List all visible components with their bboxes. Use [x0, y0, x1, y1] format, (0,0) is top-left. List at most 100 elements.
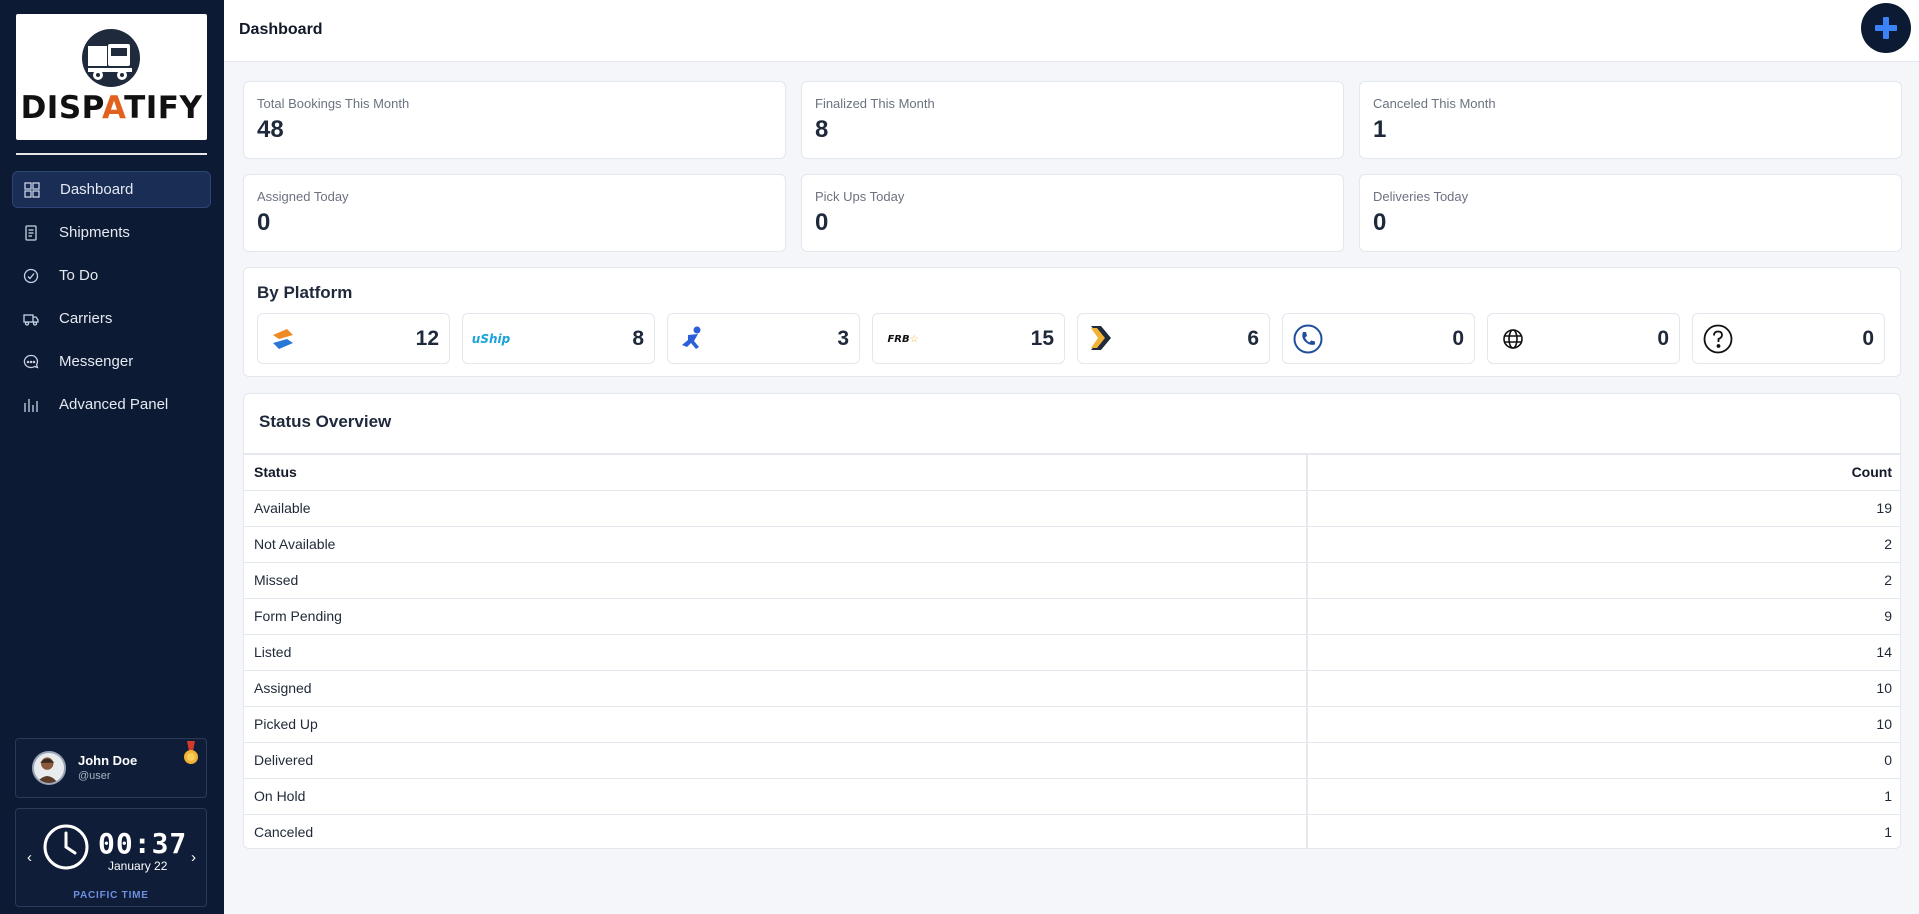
- stat-card-total-bookings: Total Bookings This Month 48: [243, 81, 786, 159]
- status-cell: Canceled: [244, 813, 1308, 848]
- sidebar-item-advanced-panel[interactable]: Advanced Panel: [12, 386, 211, 423]
- user-handle: @user: [78, 770, 111, 782]
- stat-card-pickups-today: Pick Ups Today 0: [801, 174, 1344, 252]
- brand-name: DISPATIFY: [20, 90, 203, 126]
- clock-timezone: PACIFIC TIME: [73, 890, 149, 901]
- exchange-logo-icon: [268, 324, 298, 354]
- stat-card-canceled: Canceled This Month 1: [1359, 81, 1902, 159]
- plus-icon: [1875, 17, 1897, 39]
- stat-label: Assigned Today: [257, 189, 349, 204]
- table-row: Available 19: [244, 489, 1900, 526]
- chevrons-logo-icon: [1088, 324, 1118, 354]
- count-cell: 14: [1307, 633, 1900, 670]
- table-row: Delivered 0: [244, 741, 1900, 778]
- question-icon: [1703, 324, 1733, 354]
- avatar: [32, 751, 66, 785]
- status-overview-panel: Status Overview Status Count Available 19…: [243, 393, 1901, 849]
- stat-card-deliveries-today: Deliveries Today 0: [1359, 174, 1902, 252]
- platform-count: 3: [837, 327, 849, 350]
- platform-count: 6: [1247, 327, 1259, 350]
- clock-date: January 22: [108, 859, 168, 873]
- sidebar-item-dashboard[interactable]: Dashboard: [12, 171, 211, 208]
- sidebar-nav: Dashboard Shipments To Do Carriers Messe…: [12, 171, 211, 429]
- table-row: On Hold 1: [244, 777, 1900, 814]
- table-row: Missed 2: [244, 561, 1900, 598]
- stat-value: 0: [257, 209, 271, 236]
- column-header-count[interactable]: Count: [1307, 453, 1900, 490]
- table-row: Assigned 10: [244, 669, 1900, 706]
- status-overview-title: Status Overview: [259, 412, 392, 431]
- sidebar-item-label: Dashboard: [60, 181, 134, 198]
- top-bar: Dashboard: [224, 0, 1919, 62]
- platform-card[interactable]: 0: [1282, 313, 1475, 364]
- clock-next-button[interactable]: ›: [191, 849, 196, 866]
- count-cell: 2: [1307, 525, 1900, 562]
- stat-value: 48: [257, 116, 284, 143]
- clock-prev-button[interactable]: ‹: [27, 849, 32, 866]
- count-cell: 0: [1307, 741, 1900, 778]
- platform-count: 12: [415, 327, 439, 350]
- uship-logo-icon: uShip: [471, 332, 511, 346]
- user-profile-card[interactable]: John Doe @user: [15, 738, 207, 798]
- add-button[interactable]: [1861, 3, 1911, 53]
- stat-label: Canceled This Month: [1373, 96, 1496, 111]
- sidebar-divider: [16, 153, 207, 155]
- platform-count: 15: [1030, 327, 1054, 350]
- user-name: John Doe: [78, 753, 138, 768]
- sidebar-item-todo[interactable]: To Do: [12, 257, 211, 294]
- table-row: Picked Up 10: [244, 705, 1900, 742]
- table-row: Canceled 1: [244, 813, 1900, 848]
- platform-panel: By Platform 12 uShip 8 3 FRB ☆ 15 6 0 0 …: [243, 267, 1901, 377]
- stat-card-assigned-today: Assigned Today 0: [243, 174, 786, 252]
- platform-count: 0: [1452, 327, 1464, 350]
- sidebar: DISPATIFY Dashboard Shipments To Do Carr…: [0, 0, 224, 914]
- truck-icon: [22, 310, 40, 328]
- page-title: Dashboard: [239, 21, 323, 38]
- platform-count: 0: [1862, 327, 1874, 350]
- count-cell: 10: [1307, 669, 1900, 706]
- platform-card[interactable]: 12: [257, 313, 450, 364]
- clock-time: 00:37: [98, 827, 188, 860]
- brand-logo[interactable]: DISPATIFY: [16, 14, 207, 140]
- sidebar-item-messenger[interactable]: Messenger: [12, 343, 211, 380]
- platform-card[interactable]: 3: [667, 313, 860, 364]
- table-header-row: Status Count: [244, 453, 1900, 490]
- count-cell: 9: [1307, 597, 1900, 634]
- sidebar-item-label: Advanced Panel: [59, 396, 169, 413]
- sidebar-item-label: Shipments: [59, 224, 130, 241]
- check-circle-icon: [22, 267, 40, 285]
- count-cell: 19: [1307, 489, 1900, 526]
- status-cell: Not Available: [244, 525, 1308, 562]
- column-header-status[interactable]: Status: [244, 453, 1308, 490]
- stat-label: Deliveries Today: [1373, 189, 1469, 204]
- platform-card[interactable]: uShip 8: [462, 313, 655, 364]
- stat-card-finalized: Finalized This Month 8: [801, 81, 1344, 159]
- sidebar-item-label: Messenger: [59, 353, 134, 370]
- frb-logo-icon: FRB ☆: [887, 333, 919, 345]
- count-cell: 10: [1307, 705, 1900, 742]
- stat-value: 8: [815, 116, 829, 143]
- phone-icon: [1293, 324, 1323, 354]
- runner-logo-icon: [678, 324, 708, 354]
- platform-card[interactable]: FRB ☆ 15: [872, 313, 1065, 364]
- grid-icon: [23, 181, 41, 199]
- sidebar-item-carriers[interactable]: Carriers: [12, 300, 211, 337]
- platform-count: 0: [1657, 327, 1669, 350]
- status-cell: Available: [244, 489, 1308, 526]
- platform-count: 8: [632, 327, 644, 350]
- count-cell: 1: [1307, 777, 1900, 814]
- platform-card[interactable]: 6: [1077, 313, 1270, 364]
- platform-card[interactable]: 0: [1487, 313, 1680, 364]
- stat-value: 0: [815, 209, 829, 236]
- sidebar-item-shipments[interactable]: Shipments: [12, 214, 211, 251]
- platform-card[interactable]: 0: [1692, 313, 1885, 364]
- count-cell: 2: [1307, 561, 1900, 598]
- status-cell: Missed: [244, 561, 1308, 598]
- globe-icon: [1498, 324, 1528, 354]
- stat-value: 1: [1373, 116, 1387, 143]
- stat-value: 0: [1373, 209, 1387, 236]
- bar-chart-icon: [22, 396, 40, 414]
- platform-title: By Platform: [257, 283, 353, 302]
- clock-icon: [43, 824, 89, 870]
- truck-logo-icon: [82, 29, 140, 87]
